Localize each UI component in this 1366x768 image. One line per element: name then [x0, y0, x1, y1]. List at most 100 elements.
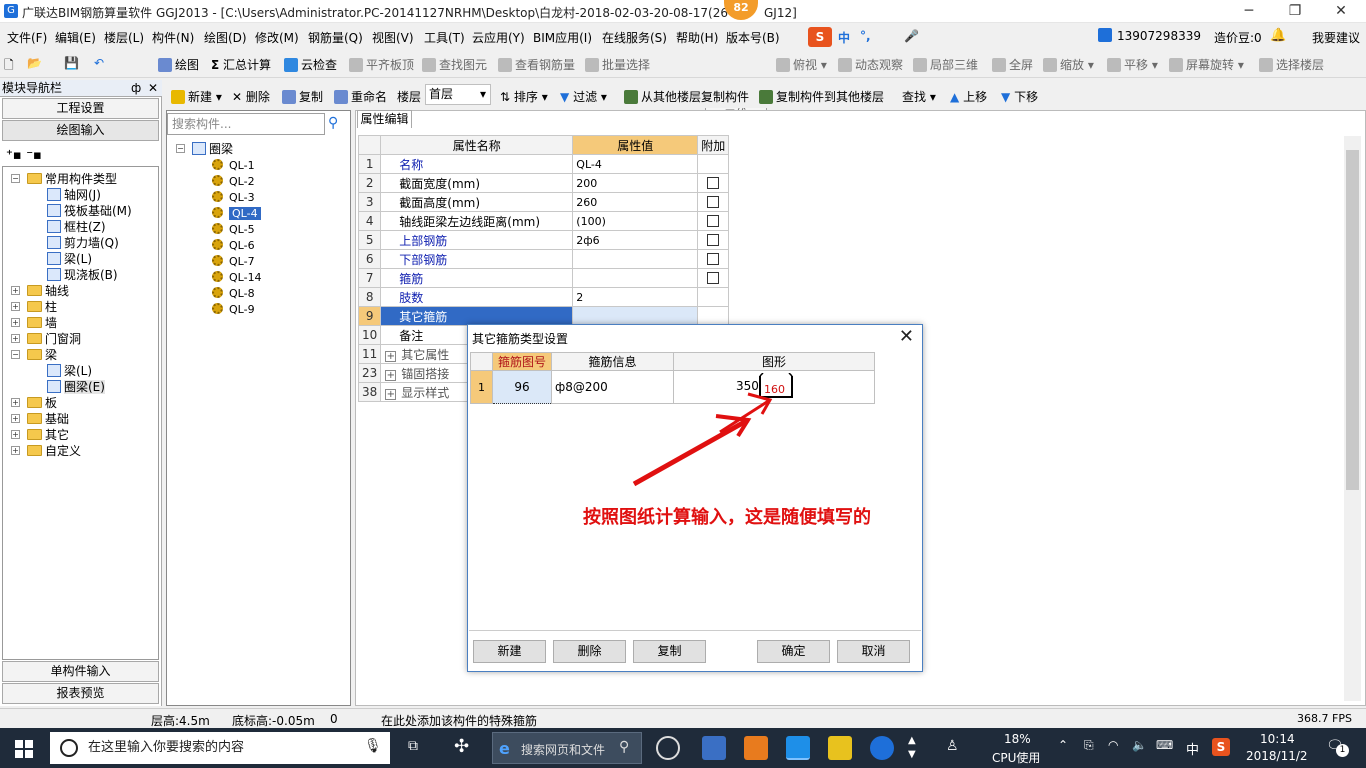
ggj-app-icon[interactable]: [786, 736, 810, 760]
align-slab-button[interactable]: 平齐板顶: [349, 56, 414, 73]
tree-node[interactable]: 筏板基础(M): [47, 203, 132, 219]
top-view-button[interactable]: 俯视 ▾: [776, 56, 827, 73]
collapse-icon[interactable]: −: [11, 174, 20, 183]
app-circle-icon[interactable]: [656, 736, 680, 760]
price-beans[interactable]: 造价豆:0: [1214, 29, 1262, 46]
expand-all-icon[interactable]: ⁺▪ ⁻▪: [6, 148, 42, 163]
property-value[interactable]: QL-4: [572, 154, 699, 174]
sogou-icon[interactable]: S: [808, 27, 832, 47]
property-extra[interactable]: [697, 192, 730, 212]
notes-app-icon[interactable]: [828, 736, 852, 760]
expand-icon[interactable]: +: [385, 350, 397, 362]
property-extra[interactable]: [697, 249, 730, 269]
dialog-close-icon[interactable]: ✕: [899, 326, 914, 347]
component-item[interactable]: QL-14: [212, 269, 262, 285]
stirrup-code-cell[interactable]: 96: [492, 370, 552, 404]
tray-chevron-icon[interactable]: ⌃: [1058, 738, 1068, 752]
property-value[interactable]: [572, 249, 699, 269]
property-extra[interactable]: [697, 268, 730, 288]
task-view-icon[interactable]: ⧉: [408, 738, 418, 754]
view-rebar-button[interactable]: 查看钢筋量: [498, 56, 575, 73]
phone-number[interactable]: 13907298339: [1117, 29, 1201, 43]
ime-lang[interactable]: 中: [838, 29, 850, 46]
extra-checkbox[interactable]: [707, 215, 720, 227]
dialog-cancel-button[interactable]: 取消: [837, 640, 910, 663]
tree-node[interactable]: 剪力墙(Q): [47, 235, 119, 251]
tree-node[interactable]: − 常用构件类型: [11, 171, 117, 187]
property-row[interactable]: 8 肢数 2: [357, 287, 730, 307]
keyboard-icon[interactable]: ⌨: [1156, 738, 1173, 752]
collapse-icon[interactable]: −: [176, 144, 185, 153]
glodon-app-icon[interactable]: [870, 736, 894, 760]
taskbar-scroll-icon[interactable]: ▲ ▼: [908, 734, 916, 762]
sort-button[interactable]: ⇅ 排序 ▾: [500, 88, 548, 105]
copy-component-button[interactable]: 复制: [282, 88, 323, 105]
menu-component[interactable]: 构件(N): [152, 29, 194, 46]
menu-online[interactable]: 在线服务(S): [602, 29, 667, 46]
property-value[interactable]: [572, 268, 699, 288]
draw-button[interactable]: 绘图: [158, 56, 199, 73]
menu-rebar-qty[interactable]: 钢筋量(Q): [308, 29, 363, 46]
tree-node[interactable]: + 轴线: [11, 283, 69, 299]
new-file-icon[interactable]: 🗋: [4, 56, 14, 77]
component-item[interactable]: QL-6: [212, 237, 255, 253]
pin-icon[interactable]: ф: [131, 80, 141, 97]
tree-node[interactable]: 圈梁(E): [47, 379, 105, 395]
menu-draw[interactable]: 绘图(D): [204, 29, 247, 46]
property-value[interactable]: 2ф6: [572, 230, 699, 250]
property-extra[interactable]: [697, 211, 730, 231]
open-file-icon[interactable]: 📂: [27, 56, 42, 70]
expand-icon[interactable]: +: [11, 286, 20, 295]
collapse-icon[interactable]: −: [11, 350, 20, 359]
property-row[interactable]: 5 上部钢筋 2ф6: [357, 230, 730, 250]
project-settings-button[interactable]: 工程设置: [2, 98, 159, 119]
expand-icon[interactable]: +: [11, 430, 20, 439]
menu-version[interactable]: 版本号(B): [726, 29, 780, 46]
fullscreen-button[interactable]: 全屏: [992, 56, 1033, 73]
expand-icon[interactable]: +: [11, 414, 20, 423]
property-row[interactable]: 6 下部钢筋: [357, 249, 730, 269]
expand-icon[interactable]: +: [385, 369, 397, 381]
tree-node[interactable]: + 柱: [11, 299, 57, 315]
property-value[interactable]: 2: [572, 287, 699, 307]
property-row[interactable]: 9 其它箍筋: [357, 306, 730, 326]
property-row[interactable]: 2 截面宽度(mm) 200: [357, 173, 730, 193]
component-search-input[interactable]: 搜索构件...: [167, 113, 325, 135]
single-component-input-button[interactable]: 单构件输入: [2, 661, 159, 682]
local-3d-button[interactable]: 局部三维: [913, 56, 978, 73]
tree-node[interactable]: − 梁: [11, 347, 57, 363]
pan-button[interactable]: 平移 ▾: [1107, 56, 1158, 73]
tree-node[interactable]: + 板: [11, 395, 57, 411]
suggest-link[interactable]: 我要建议: [1312, 29, 1360, 46]
tree-node[interactable]: 梁(L): [47, 363, 92, 379]
menu-cloud[interactable]: 云应用(Y): [472, 29, 525, 46]
dialog-new-button[interactable]: 新建: [473, 640, 546, 663]
extra-checkbox[interactable]: [707, 234, 720, 246]
expand-icon[interactable]: +: [11, 446, 20, 455]
property-value[interactable]: [572, 306, 699, 326]
expand-icon[interactable]: +: [11, 398, 20, 407]
property-extra[interactable]: [697, 173, 730, 193]
tree-node[interactable]: + 自定义: [11, 443, 81, 459]
menu-floor[interactable]: 楼层(L): [104, 29, 144, 46]
extra-checkbox[interactable]: [707, 253, 720, 265]
extra-checkbox[interactable]: [707, 272, 720, 284]
find-element-button[interactable]: 查找图元: [422, 56, 487, 73]
property-value[interactable]: 260: [572, 192, 699, 212]
pdf-app-icon[interactable]: [744, 736, 768, 760]
property-row[interactable]: 7 箍筋: [357, 268, 730, 288]
microphone-icon[interactable]: 🎤: [904, 29, 919, 43]
property-row[interactable]: 4 轴线距梁左边线距离(mm) (100): [357, 211, 730, 231]
undo-icon[interactable]: ↶: [94, 56, 104, 70]
dialog-copy-button[interactable]: 复制: [633, 640, 706, 663]
bell-icon[interactable]: 🔔: [1270, 28, 1286, 43]
component-root-node[interactable]: − 圈梁: [176, 141, 233, 157]
mic-icon[interactable]: 🎙: [364, 738, 382, 754]
menu-help[interactable]: 帮助(H): [676, 29, 718, 46]
ime-punct[interactable]: °,: [860, 29, 871, 43]
scrollbar-thumb[interactable]: [1346, 150, 1359, 490]
tree-node[interactable]: 框柱(Z): [47, 219, 106, 235]
sogou-tray-icon[interactable]: S: [1212, 738, 1230, 756]
save-icon[interactable]: 💾: [64, 56, 79, 70]
pinwheel-icon[interactable]: ✣: [454, 736, 469, 757]
